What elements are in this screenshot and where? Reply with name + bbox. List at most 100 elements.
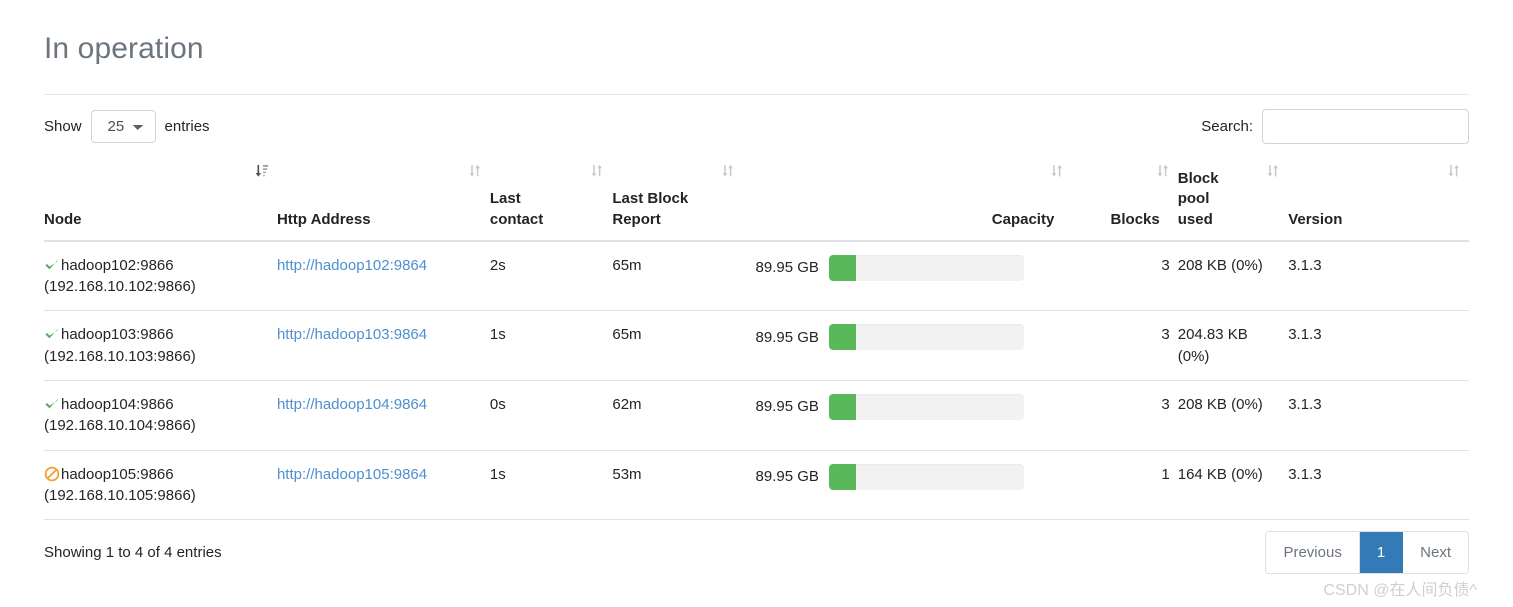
pagination-previous-button[interactable]: Previous	[1266, 531, 1360, 573]
capacity-meter: 89.95 GB	[743, 393, 1064, 420]
table-row: hadoop104:9866 (192.168.10.104:9866) http:…	[44, 380, 1469, 451]
sort-both-icon	[721, 163, 735, 179]
capacity-progress-fill	[828, 324, 857, 351]
table-head: Node Http Address Last contact Last Bloc…	[44, 157, 1469, 242]
col-header-blocks-label: Blocks	[1110, 210, 1160, 228]
cell-version: 3.1.3	[1288, 450, 1469, 521]
capacity-progress-fill	[828, 393, 857, 420]
cell-last-contact: 2s	[489, 240, 613, 312]
node-address: (192.168.10.104:9866)	[44, 417, 196, 435]
cell-http-address: http://hadoop102:9864	[276, 240, 490, 312]
cell-version: 3.1.3	[1288, 240, 1469, 312]
entries-per-page-select[interactable]: 25	[90, 109, 156, 143]
capacity-progress-fill	[828, 463, 857, 490]
table-row: hadoop102:9866 (192.168.10.102:9866) http:…	[44, 240, 1469, 312]
pagination-next-button[interactable]: Next	[1403, 531, 1468, 573]
no-entry-icon	[44, 466, 60, 482]
datanodes-page: In operation Show 25 entries Search: Nod…	[0, 0, 1513, 584]
cell-blocks: 3	[1072, 380, 1178, 451]
col-header-block-pool-used[interactable]: Block pool used	[1177, 157, 1289, 242]
cell-http-address: http://hadoop105:9864	[276, 450, 490, 521]
cell-node: hadoop104:9866 (192.168.10.104:9866)	[44, 380, 277, 451]
pagination-page-1-button[interactable]: 1	[1359, 531, 1404, 573]
col-header-capacity[interactable]: Capacity	[742, 157, 1073, 242]
col-header-node[interactable]: Node	[44, 157, 277, 242]
header-row: Node Http Address Last contact Last Bloc…	[44, 157, 1469, 242]
node-address: (192.168.10.105:9866)	[44, 486, 196, 504]
capacity-size-label: 89.95 GB	[755, 328, 819, 346]
table-info: Showing 1 to 4 of 4 entries	[44, 543, 222, 561]
sort-both-icon	[1266, 163, 1280, 179]
cell-blocks: 3	[1072, 310, 1178, 381]
check-icon	[44, 396, 60, 412]
table-controls: Show 25 entries Search:	[44, 95, 1469, 157]
table-row: hadoop105:9866 (192.168.10.105:9866) http:…	[44, 450, 1469, 521]
capacity-meter: 89.95 GB	[743, 324, 1064, 351]
table-body: hadoop102:9866 (192.168.10.102:9866) http:…	[44, 240, 1469, 521]
col-header-blocks[interactable]: Blocks	[1072, 157, 1178, 242]
sort-both-icon	[1156, 163, 1170, 179]
cell-node: hadoop103:9866 (192.168.10.103:9866)	[44, 310, 277, 381]
length-control: Show 25 entries	[44, 109, 210, 143]
col-header-http-address[interactable]: Http Address	[276, 157, 490, 242]
http-address-link[interactable]: http://hadoop104:9864	[277, 396, 427, 413]
cell-version: 3.1.3	[1288, 310, 1469, 381]
capacity-progress-track	[828, 324, 1024, 351]
cell-capacity: 89.95 GB	[742, 310, 1073, 381]
cell-block-pool-used: 164 KB (0%)	[1177, 450, 1289, 521]
cell-last-block-report: 65m	[612, 310, 743, 381]
length-label-before: Show	[44, 117, 82, 135]
capacity-progress-track	[828, 254, 1024, 281]
length-label-after: entries	[164, 117, 210, 135]
cell-last-block-report: 65m	[612, 240, 743, 312]
node-name: hadoop103:9866	[61, 326, 174, 344]
check-icon	[44, 257, 60, 273]
search-control: Search:	[1201, 108, 1469, 144]
capacity-meter: 89.95 GB	[743, 463, 1064, 490]
cell-last-contact: 1s	[489, 310, 613, 381]
col-header-last-block-report[interactable]: Last Block Report	[612, 157, 743, 242]
col-header-capacity-label: Capacity	[991, 210, 1055, 228]
cell-http-address: http://hadoop103:9864	[276, 310, 490, 381]
search-label: Search:	[1201, 117, 1253, 135]
cell-capacity: 89.95 GB	[742, 450, 1073, 521]
cell-last-contact: 0s	[489, 380, 613, 451]
check-icon	[44, 326, 60, 342]
capacity-progress-track	[828, 463, 1024, 490]
node-name: hadoop102:9866	[61, 256, 174, 274]
cell-node: hadoop105:9866 (192.168.10.105:9866)	[44, 450, 277, 521]
capacity-size-label: 89.95 GB	[755, 467, 819, 485]
sort-asc-icon	[255, 163, 269, 179]
col-header-version-label: Version	[1288, 210, 1343, 228]
capacity-meter: 89.95 GB	[743, 254, 1064, 281]
page-title: In operation	[44, 32, 204, 65]
cell-http-address: http://hadoop104:9864	[276, 380, 490, 451]
cell-block-pool-used: 204.83 KB (0%)	[1177, 310, 1289, 381]
http-address-link[interactable]: http://hadoop105:9864	[277, 466, 427, 483]
col-header-version[interactable]: Version	[1288, 157, 1469, 242]
cell-blocks: 3	[1072, 240, 1178, 312]
sort-both-icon	[1050, 163, 1064, 179]
capacity-size-label: 89.95 GB	[755, 259, 819, 277]
http-address-link[interactable]: http://hadoop103:9864	[277, 326, 427, 343]
table-row: hadoop103:9866 (192.168.10.103:9866) http:…	[44, 310, 1469, 381]
cell-last-block-report: 53m	[612, 450, 743, 521]
search-input[interactable]	[1262, 108, 1469, 144]
datanodes-table: Node Http Address Last contact Last Bloc…	[44, 157, 1469, 521]
col-header-last-contact[interactable]: Last contact	[489, 157, 613, 242]
sort-both-icon	[468, 163, 482, 179]
cell-capacity: 89.95 GB	[742, 380, 1073, 451]
col-header-node-label: Node	[44, 210, 82, 228]
cell-block-pool-used: 208 KB (0%)	[1177, 240, 1289, 312]
node-name: hadoop105:9866	[61, 465, 174, 483]
http-address-link[interactable]: http://hadoop102:9864	[277, 257, 427, 274]
sort-both-icon	[590, 163, 604, 179]
capacity-progress-fill	[828, 254, 857, 281]
cell-capacity: 89.95 GB	[742, 240, 1073, 312]
capacity-size-label: 89.95 GB	[755, 398, 819, 416]
node-name: hadoop104:9866	[61, 395, 174, 413]
pagination: Previous 1 Next	[1265, 530, 1469, 574]
node-address: (192.168.10.103:9866)	[44, 347, 196, 365]
cell-version: 3.1.3	[1288, 380, 1469, 451]
cell-blocks: 1	[1072, 450, 1178, 521]
